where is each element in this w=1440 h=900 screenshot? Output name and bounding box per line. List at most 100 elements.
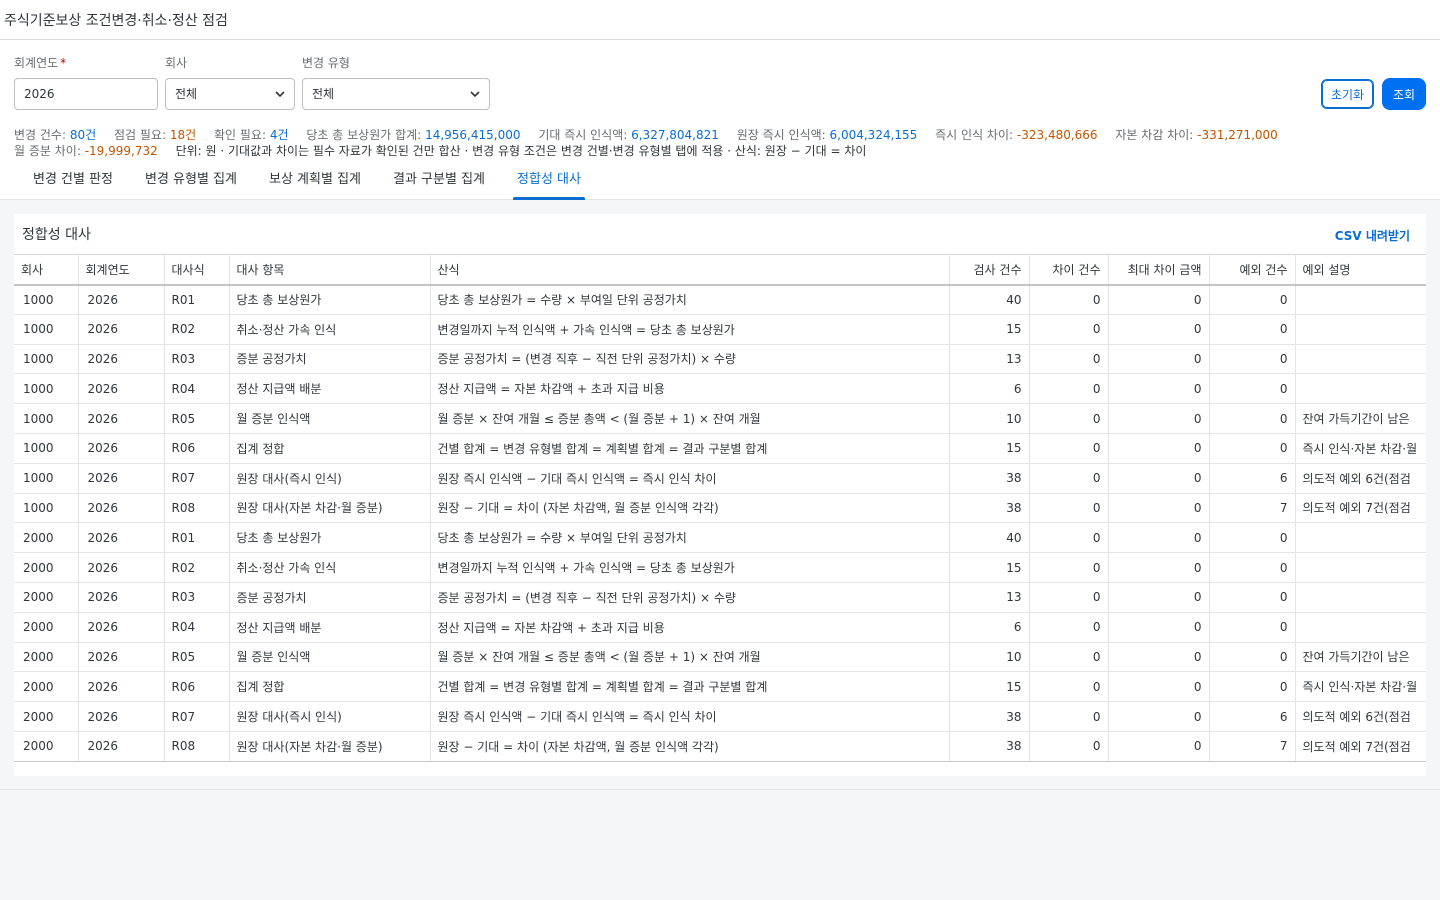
cell-max-diff: 0 [1108,403,1210,434]
cell-rule: R08 [164,731,230,762]
summary-item: 기대 즉시 인식액: 6,327,804,821 [538,128,719,142]
table-row[interactable]: 1000 2026 R03 증분 공정가치 증분 공정가치 = (변경 직후 − 직전 … [14,344,1426,375]
cell-max-diff: 0 [1108,463,1210,494]
col-header-formula[interactable]: 산식 [430,254,950,286]
cell-exception-count: 0 [1209,433,1296,464]
col-header-exception-desc[interactable]: 예외 설명 [1295,254,1426,286]
cell-company: 2000 [14,642,79,673]
cell-rule: R03 [164,344,230,375]
table-row[interactable]: 1000 2026 R05 월 증분 인식액 월 증분 × 잔여 개월 ≤ 증분 총액 … [14,403,1426,434]
cell-diff-count: 0 [1029,731,1109,762]
table-row[interactable]: 2000 2026 R02 취소·정산 가속 인식 변경일까지 누적 인식액 + 가속 … [14,552,1426,583]
change-type-select[interactable]: 전체 [302,78,490,110]
summary-item: 자본 차감 차이: -331,271,000 [1115,128,1278,142]
fiscal-year-filter: 회계연도 * [14,54,158,110]
cell-diff-count: 0 [1029,493,1109,524]
change-type-label: 변경 유형 [302,56,350,70]
chevron-down-icon [470,91,480,98]
col-header-exception-count[interactable]: 예외 건수 [1209,254,1296,286]
cell-max-diff: 0 [1108,344,1210,375]
tab-bar: 변경 건별 판정 변경 유형별 집계 보상 계획별 집계 결과 구분별 집계 정… [0,160,1440,200]
tab-change-case[interactable]: 변경 건별 판정 [16,160,130,200]
cell-rule: R01 [164,284,230,315]
cell-fiscal-year: 2026 [78,612,165,643]
cell-company: 2000 [14,731,79,762]
table-row[interactable]: 1000 2026 R02 취소·정산 가속 인식 변경일까지 누적 인식액 + 가속 … [14,314,1426,345]
csv-download-link[interactable]: CSV 내려받기 [1335,227,1410,244]
cell-max-diff: 0 [1108,373,1210,405]
cell-formula: 월 증분 × 잔여 개월 ≤ 증분 총액 < (월 증분 + 1) × 잔여 개… [430,403,950,434]
table-row[interactable]: 2000 2026 R01 당초 총 보상원가 당초 총 보상원가 = 수량 × 부여일… [14,522,1426,554]
cell-rule: R04 [164,612,230,643]
summary-item: 점검 필요: 18건 [114,128,197,142]
col-header-item[interactable]: 대사 항목 [229,254,431,286]
cell-item: 취소·정산 가속 인식 [229,552,431,583]
tab-reconciliation[interactable]: 정합성 대사 [513,160,585,200]
table-row[interactable]: 1000 2026 R04 정산 지급액 배분 정산 지급액 = 자본 차감액 + 초과… [14,373,1426,405]
cell-formula: 원장 − 기대 = 차이 (자본 차감액, 월 증분 인식액 각각) [430,493,950,524]
cell-diff-count: 0 [1029,642,1109,673]
cell-fiscal-year: 2026 [78,552,165,583]
tab-plan[interactable]: 보상 계획별 집계 [262,160,368,200]
cell-rule: R06 [164,433,230,464]
cell-item: 집계 정합 [229,671,431,703]
app-header: 주식기준보상 조건변경·취소·정산 점검 [0,0,1440,40]
cell-item: 원장 대사(즉시 인식) [229,701,431,732]
fiscal-year-input[interactable] [14,78,158,110]
cell-fiscal-year: 2026 [78,582,165,613]
col-header-fiscal-year[interactable]: 회계연도 [78,254,165,286]
summary-bar: 변경 건수: 80건 점검 필요: 18건 확인 필요: 4건 당초 총 보상원… [14,127,1424,159]
cell-exception-desc: 의도적 예외 7건(점검 [1295,493,1426,524]
cell-exception-desc: 즉시 인식·자본 차감·월 [1295,671,1426,703]
reset-button[interactable]: 초기화 [1321,79,1374,109]
col-header-diff-count[interactable]: 차이 건수 [1029,254,1109,286]
col-header-rule[interactable]: 대사식 [164,254,230,286]
tab-result[interactable]: 결과 구분별 집계 [386,160,492,200]
company-select[interactable]: 전체 [165,78,295,110]
company-select-value: 전체 [175,87,198,101]
cell-rule: R05 [164,403,230,434]
cell-item: 월 증분 인식액 [229,403,431,434]
cell-max-diff: 0 [1108,701,1210,732]
table-row[interactable]: 1000 2026 R07 원장 대사(즉시 인식) 원장 즉시 인식액 − 기대 즉시… [14,463,1426,494]
cell-diff-count: 0 [1029,284,1109,315]
reconciliation-table: 회사 회계연도 대사식 대사 항목 산식 검사 건수 차이 건수 최대 차이 금… [14,254,1426,762]
cell-diff-count: 0 [1029,552,1109,583]
summary-item: 변경 건수: 80건 [14,128,97,142]
tab-change-type[interactable]: 변경 유형별 집계 [138,160,244,200]
col-header-max-diff[interactable]: 최대 차이 금액 [1108,254,1210,286]
table-row[interactable]: 2000 2026 R05 월 증분 인식액 월 증분 × 잔여 개월 ≤ 증분 총액 … [14,642,1426,673]
table-row[interactable]: 2000 2026 R03 증분 공정가치 증분 공정가치 = (변경 직후 − 직전 … [14,582,1426,613]
cell-company: 1000 [14,344,79,375]
cell-fiscal-year: 2026 [78,642,165,673]
cell-check-count: 38 [949,463,1030,494]
col-header-check-count[interactable]: 검사 건수 [949,254,1030,286]
cell-formula: 원장 즉시 인식액 − 기대 즉시 인식액 = 즉시 인식 차이 [430,701,950,732]
table-row[interactable]: 2000 2026 R07 원장 대사(즉시 인식) 원장 즉시 인식액 − 기대 즉시… [14,701,1426,732]
cell-company: 1000 [14,433,79,464]
table-row[interactable]: 2000 2026 R08 원장 대사(자본 차감·월 증분) 원장 − 기대 = 차이… [14,731,1426,762]
table-row[interactable]: 2000 2026 R04 정산 지급액 배분 정산 지급액 = 자본 차감액 + 초과… [14,612,1426,643]
col-header-company[interactable]: 회사 [14,254,79,286]
company-filter: 회사 전체 [165,54,295,110]
cell-formula: 증분 공정가치 = (변경 직후 − 직전 단위 공정가치) × 수량 [430,582,950,613]
cell-diff-count: 0 [1029,344,1109,375]
cell-exception-count: 0 [1209,403,1296,434]
search-button[interactable]: 조회 [1382,78,1426,110]
cell-exception-count: 0 [1209,552,1296,583]
cell-max-diff: 0 [1108,731,1210,762]
table-row[interactable]: 1000 2026 R06 집계 정합 건별 합계 = 변경 유형별 합계 = 계획별 … [14,433,1426,464]
cell-exception-count: 0 [1209,642,1296,673]
cell-exception-desc [1295,612,1426,643]
summary-item: 즉시 인식 차이: -323,480,666 [935,128,1098,142]
table-row[interactable]: 1000 2026 R08 원장 대사(자본 차감·월 증분) 원장 − 기대 = 차이… [14,493,1426,524]
cell-max-diff: 0 [1108,284,1210,315]
cell-formula: 원장 즉시 인식액 − 기대 즉시 인식액 = 즉시 인식 차이 [430,463,950,494]
table-row[interactable]: 1000 2026 R01 당초 총 보상원가 당초 총 보상원가 = 수량 × 부여일… [14,284,1426,315]
cell-item: 정산 지급액 배분 [229,612,431,643]
cell-check-count: 6 [949,612,1030,643]
change-type-filter: 변경 유형 전체 [302,54,490,110]
fiscal-year-label: 회계연도 * [14,56,67,70]
table-row[interactable]: 2000 2026 R06 집계 정합 건별 합계 = 변경 유형별 합계 = 계획별 … [14,671,1426,703]
cell-exception-desc [1295,552,1426,583]
